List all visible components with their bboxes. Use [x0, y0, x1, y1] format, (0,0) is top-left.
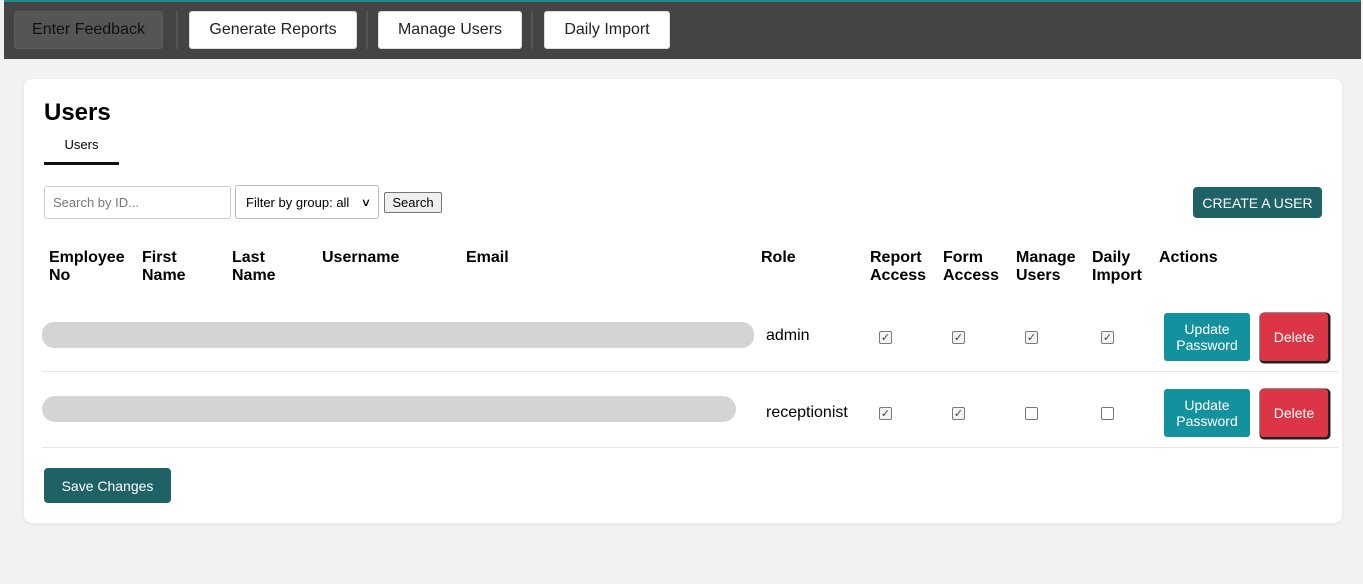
update-password-button[interactable]: Update Password	[1164, 313, 1250, 361]
daily-import-checkbox[interactable]	[1101, 331, 1114, 344]
chevron-down-icon: ∨	[360, 196, 372, 209]
report-access-checkbox[interactable]	[879, 407, 892, 420]
header-email: Email	[466, 249, 509, 266]
header-role: Role	[761, 249, 796, 266]
nav-separator	[176, 11, 178, 49]
manage-users-checkbox[interactable]	[1025, 331, 1038, 344]
role-cell: receptionist	[766, 404, 848, 421]
header-employee-no: Employee No	[49, 249, 125, 284]
form-access-checkbox[interactable]	[952, 407, 965, 420]
nav-manage-users-button[interactable]: Manage Users	[378, 11, 522, 49]
group-filter-select[interactable]: Filter by group: all ∨	[235, 185, 379, 219]
delete-button[interactable]: Delete	[1260, 389, 1328, 437]
row-divider	[42, 371, 1338, 372]
nav-separator	[531, 11, 533, 49]
header-form-access: Form Access	[943, 249, 1000, 284]
delete-button[interactable]: Delete	[1260, 313, 1328, 361]
redacted-user-data	[42, 322, 754, 348]
header-report-access: Report Access	[870, 249, 927, 284]
nav-daily-import-button[interactable]: Daily Import	[544, 11, 670, 49]
redacted-user-data	[42, 396, 736, 422]
top-nav-bar: Enter Feedback Generate Reports Manage U…	[4, 0, 1361, 59]
search-button[interactable]: Search	[384, 192, 442, 213]
header-actions: Actions	[1159, 249, 1218, 266]
manage-users-checkbox[interactable]	[1025, 407, 1038, 420]
report-access-checkbox[interactable]	[879, 331, 892, 344]
create-user-button[interactable]: CREATE A USER	[1193, 187, 1322, 218]
update-password-button[interactable]: Update Password	[1164, 389, 1250, 437]
header-first-name: First Name	[142, 249, 186, 284]
tab-users[interactable]: Users	[44, 134, 119, 165]
row-divider	[42, 447, 1338, 448]
nav-enter-feedback-button[interactable]: Enter Feedback	[14, 11, 163, 49]
daily-import-checkbox[interactable]	[1101, 407, 1114, 420]
nav-separator	[366, 11, 368, 49]
page-title: Users	[44, 99, 111, 126]
header-username: Username	[322, 249, 400, 266]
header-last-name: Last Name	[232, 249, 276, 284]
header-manage-users: Manage Users	[1016, 249, 1076, 284]
nav-generate-reports-button[interactable]: Generate Reports	[189, 11, 357, 49]
header-daily-import: Daily Import	[1092, 249, 1142, 284]
search-input[interactable]	[44, 186, 231, 219]
save-changes-button[interactable]: Save Changes	[44, 468, 171, 503]
role-cell: admin	[766, 327, 810, 344]
form-access-checkbox[interactable]	[952, 331, 965, 344]
group-filter-value: Filter by group: all	[246, 194, 350, 210]
users-card: Users Users Filter by group: all ∨ Searc…	[24, 79, 1342, 523]
